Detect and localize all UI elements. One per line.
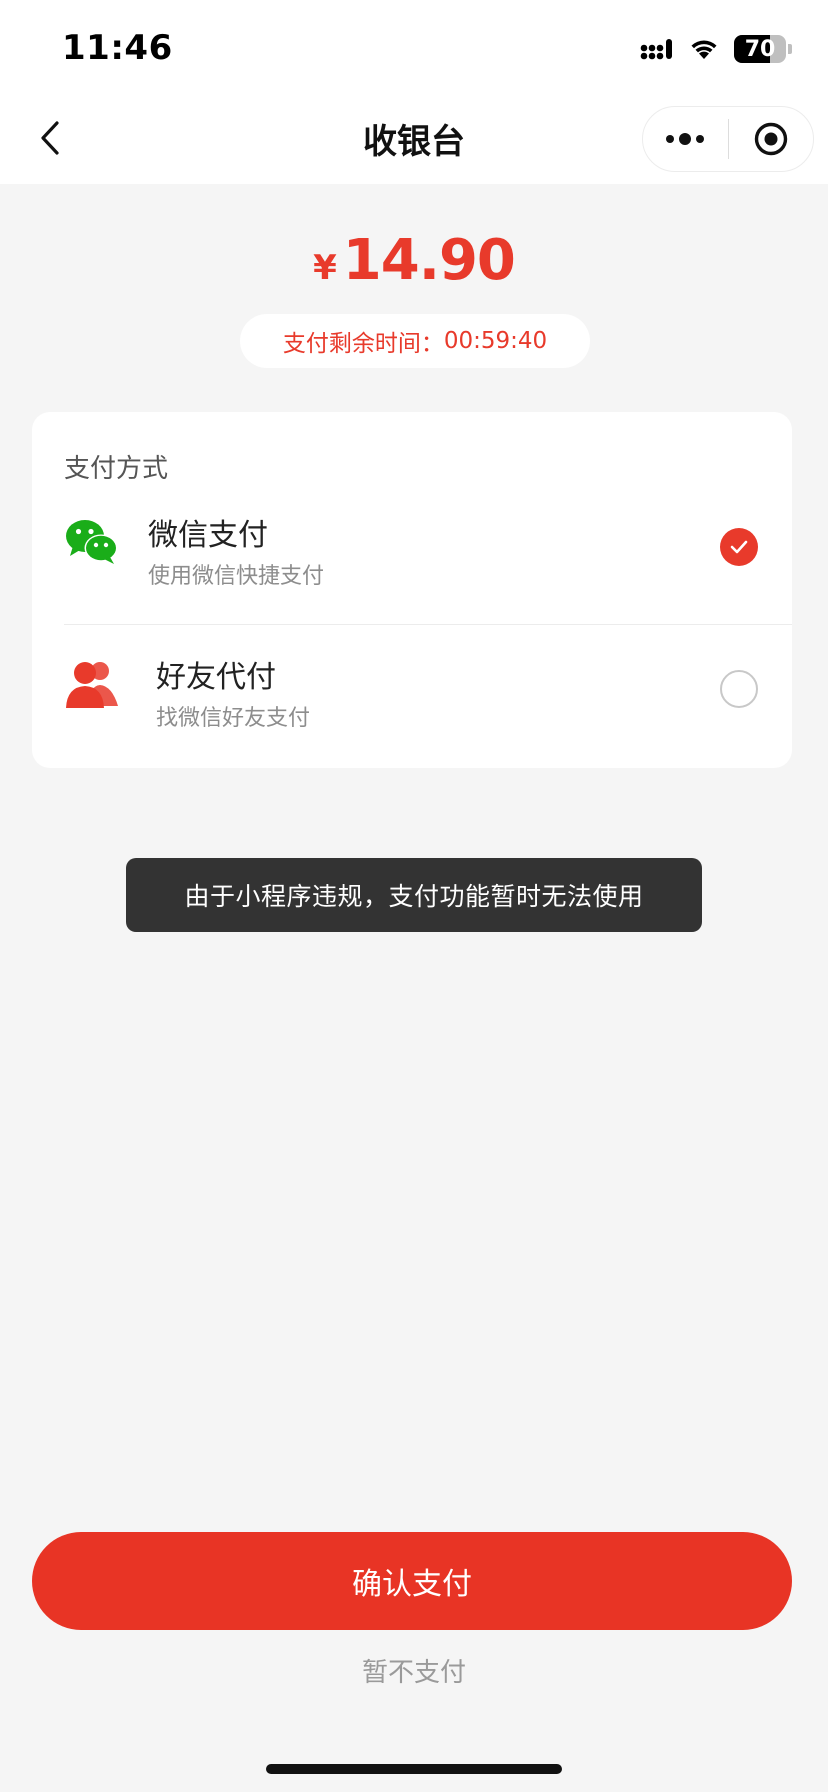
wifi-icon	[691, 40, 717, 59]
confirm-payment-button[interactable]: 确认支付	[32, 1532, 792, 1630]
option-label: 好友代付	[156, 660, 276, 695]
payment-amount: ¥ 14.90	[0, 228, 828, 293]
amount-value: 14.90	[342, 228, 516, 293]
mini-program-capsule	[642, 106, 814, 172]
battery-icon: 70	[734, 35, 786, 63]
record-target-icon	[754, 122, 787, 156]
battery-tip	[788, 44, 792, 54]
more-dots-icon	[666, 133, 705, 145]
back-button[interactable]	[26, 114, 74, 162]
status-time: 11:46	[62, 28, 173, 68]
status-bar: 11:46 70	[0, 0, 828, 92]
currency-symbol: ¥	[313, 248, 337, 288]
checkout-page: 11:46 70 收银台 ¥ 14.90 支付剩余时间： 00:59:40 支付…	[0, 0, 828, 1792]
wechat-icon	[66, 520, 118, 564]
status-icons: 70	[640, 34, 792, 64]
more-button[interactable]	[643, 107, 728, 171]
timer-label: 支付剩余时间：	[282, 331, 444, 357]
radio-selected[interactable]	[720, 528, 758, 566]
battery-level: 70	[744, 36, 776, 62]
option-description: 找微信好友支付	[156, 706, 311, 731]
friends-icon	[66, 662, 118, 708]
home-indicator	[266, 1764, 562, 1774]
close-mini-program-button[interactable]	[729, 107, 814, 171]
skip-payment-link[interactable]: 暂不支付	[0, 1652, 828, 1689]
cellular-signal-icon	[640, 39, 672, 60]
option-description: 使用微信快捷支付	[148, 564, 325, 589]
payment-option-friend[interactable]: 好友代付 找微信好友支付	[32, 622, 792, 752]
radio-unselected[interactable]	[720, 670, 758, 708]
checkmark-icon	[730, 540, 748, 554]
error-toast: 由于小程序违规，支付功能暂时无法使用	[126, 858, 702, 932]
option-label: 微信支付	[148, 518, 268, 553]
payment-option-wechat[interactable]: 微信支付 使用微信快捷支付	[32, 480, 792, 610]
chevron-left-icon	[41, 121, 59, 155]
countdown-timer: 支付剩余时间： 00:59:40	[240, 314, 590, 368]
nav-bar: 收银台	[0, 92, 828, 184]
payment-method-card: 支付方式 微信支付 使用微信快捷支付 好友代付 找微信好友支付	[32, 412, 792, 768]
timer-value: 00:59:40	[443, 328, 548, 354]
